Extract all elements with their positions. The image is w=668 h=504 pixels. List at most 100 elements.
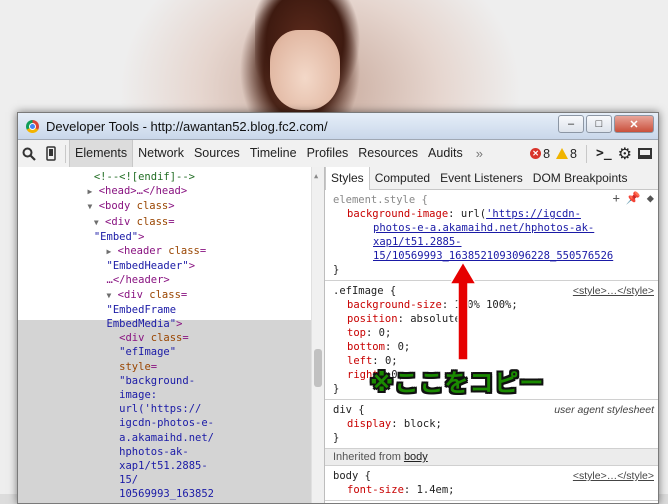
url-line-2[interactable]: photos-e-a.akamaihd.net/hphotos-ak- bbox=[373, 222, 594, 234]
dom-tree-node[interactable]: "background- bbox=[18, 374, 324, 388]
dock-side-icon[interactable] bbox=[638, 148, 652, 159]
minimize-button[interactable]: – bbox=[558, 115, 584, 133]
css-property[interactable]: top: 0; bbox=[333, 326, 652, 340]
dom-tree-node[interactable]: ▼ <div class= bbox=[18, 288, 324, 303]
dom-tree-node[interactable]: ▶ <header class= bbox=[18, 244, 324, 259]
css-property[interactable]: display: block; bbox=[333, 417, 652, 431]
dom-tree-node[interactable]: "efImage" bbox=[18, 345, 324, 359]
tab-resources[interactable]: Resources bbox=[353, 140, 423, 167]
toolbar-separator-right bbox=[586, 144, 587, 163]
property-name: background-image bbox=[347, 208, 449, 220]
element-style-rule[interactable]: + 📌 ◆ element.style { background-image: … bbox=[325, 190, 658, 281]
collapse-arrow-icon[interactable]: ▶ bbox=[107, 247, 112, 256]
body-rule[interactable]: <style>…</style> body { font-size: 1.4em… bbox=[325, 466, 658, 501]
dom-tree-node[interactable]: ▶ <head>…</head> bbox=[18, 184, 324, 199]
scroll-up-icon[interactable]: ▲ bbox=[314, 169, 318, 183]
dom-tree-node[interactable]: a.akamaihd.net/ bbox=[18, 431, 324, 445]
tab-elements[interactable]: Elements bbox=[69, 140, 134, 167]
tab-computed[interactable]: Computed bbox=[370, 167, 435, 189]
color-format-icon[interactable]: ◆ bbox=[647, 191, 654, 205]
scrollbar-thumb[interactable] bbox=[314, 349, 322, 387]
expand-arrow-icon[interactable]: ▼ bbox=[94, 218, 99, 227]
close-button[interactable]: ✕ bbox=[614, 115, 654, 133]
url-line-4[interactable]: 15/10569993_1638521093096228_550576526 bbox=[373, 250, 613, 262]
pin-icon[interactable]: 📌 bbox=[626, 191, 641, 205]
rule-selector: element.style { bbox=[333, 194, 428, 206]
maximize-button[interactable]: □ bbox=[586, 115, 612, 133]
url-line-3[interactable]: xap1/t51.2885- bbox=[373, 236, 462, 248]
dom-tree-node[interactable]: <div class= bbox=[18, 331, 324, 345]
tab-profiles[interactable]: Profiles bbox=[302, 140, 354, 167]
dom-tree-node[interactable]: 10569993_163852 bbox=[18, 487, 324, 501]
html-equals: = bbox=[150, 360, 158, 373]
dom-tree-node[interactable]: url('https:// bbox=[18, 402, 324, 416]
html-equals: = bbox=[199, 245, 207, 258]
dom-tree-node[interactable]: <!--<![endif]--> bbox=[18, 170, 324, 184]
css-property[interactable]: bottom: 0; bbox=[333, 340, 652, 354]
css-property[interactable]: position: absolute; bbox=[333, 312, 652, 326]
tab-sources[interactable]: Sources bbox=[189, 140, 245, 167]
tab-timeline[interactable]: Timeline bbox=[245, 140, 302, 167]
css-url-line: photos-e-a.akamaihd.net/hphotos-ak- bbox=[333, 221, 652, 235]
dom-tree-node[interactable]: "Embed"> bbox=[18, 230, 324, 244]
expand-arrow-icon[interactable]: ▼ bbox=[88, 202, 93, 211]
property-value: 0; bbox=[378, 327, 392, 339]
dom-tree-node[interactable]: …</header> bbox=[18, 273, 324, 287]
dom-tree-node[interactable]: ▼ <div class= bbox=[18, 215, 324, 230]
dom-tree-node[interactable]: 15/ bbox=[18, 473, 324, 487]
rule-source-link[interactable]: <style>…</style> bbox=[573, 469, 654, 483]
tab-styles[interactable]: Styles bbox=[325, 167, 370, 190]
div-ua-rule[interactable]: user agent stylesheet div { display: blo… bbox=[325, 400, 658, 449]
console-icon[interactable]: >_ bbox=[596, 146, 612, 161]
tab-dom-breakpoints[interactable]: DOM Breakpoints bbox=[528, 167, 633, 189]
gear-icon[interactable]: ⚙ bbox=[618, 144, 632, 164]
toolbar-separator bbox=[65, 144, 66, 163]
dom-tree-node[interactable]: ▼ <body class> bbox=[18, 199, 324, 214]
expand-arrow-icon[interactable]: ▼ bbox=[107, 291, 112, 300]
property-name: left bbox=[347, 355, 373, 367]
more-tabs-button[interactable]: » bbox=[468, 146, 491, 161]
css-property[interactable]: background-size: 100% 100%; bbox=[333, 298, 652, 312]
css-property[interactable]: background-image: url('https://igcdn- bbox=[333, 207, 652, 221]
dom-tree-node[interactable]: "EmbedHeader"> bbox=[18, 259, 324, 273]
html-attribute-value: a.akamaihd.net/ bbox=[119, 431, 214, 444]
css-property[interactable]: font-size: 1.4em; bbox=[333, 483, 652, 497]
dom-tree-node[interactable]: xap1/t51.2885- bbox=[18, 459, 324, 473]
title-bar[interactable]: Developer Tools - http://awantan52.blog.… bbox=[18, 113, 658, 140]
collapse-arrow-icon[interactable]: ▶ bbox=[88, 187, 93, 196]
add-rule-icon[interactable]: + bbox=[613, 191, 620, 205]
background-url-link[interactable]: 'https://igcdn- bbox=[486, 208, 581, 220]
dom-tree-node[interactable]: hphotos-ak- bbox=[18, 445, 324, 459]
html-attribute: class bbox=[130, 200, 169, 213]
dom-tree-node[interactable]: EmbedMedia"> bbox=[18, 317, 324, 331]
html-tag: <div bbox=[119, 332, 145, 345]
error-counter[interactable]: ✕ 8 bbox=[530, 147, 550, 161]
inherited-from-link[interactable]: body bbox=[404, 451, 428, 463]
dom-tree-node[interactable]: igcdn-photos-e- bbox=[18, 416, 324, 430]
dom-tree-node[interactable]: style= bbox=[18, 360, 324, 374]
dom-tree-node[interactable]: image: bbox=[18, 388, 324, 402]
window-title: Developer Tools - http://awantan52.blog.… bbox=[46, 118, 328, 134]
dom-tree-node[interactable]: "EmbedFrame bbox=[18, 303, 324, 317]
toolbar-right: ✕ 8 8 >_ ⚙ bbox=[530, 140, 652, 167]
tab-network[interactable]: Network bbox=[133, 140, 189, 167]
tab-event-listeners[interactable]: Event Listeners bbox=[435, 167, 528, 189]
html-attribute-value: EmbedMedia" bbox=[106, 318, 177, 331]
device-mode-icon[interactable] bbox=[40, 146, 62, 161]
tab-audits[interactable]: Audits bbox=[423, 140, 468, 167]
html-attribute-value: image: bbox=[119, 389, 158, 402]
rule-source-link[interactable]: <style>…</style> bbox=[573, 284, 654, 298]
dom-tree-panel[interactable]: <!--<![endif]--> ▶ <head>…</head> ▼ <bod… bbox=[18, 167, 325, 503]
property-name: bottom bbox=[347, 341, 385, 353]
html-comment: <!--<![endif]--> bbox=[93, 171, 196, 183]
html-attribute-value: hphotos-ak- bbox=[119, 445, 189, 458]
dom-tree-scrollbar[interactable]: ▲ bbox=[311, 167, 324, 503]
warning-counter[interactable]: 8 bbox=[556, 147, 577, 161]
search-icon[interactable] bbox=[18, 147, 40, 161]
